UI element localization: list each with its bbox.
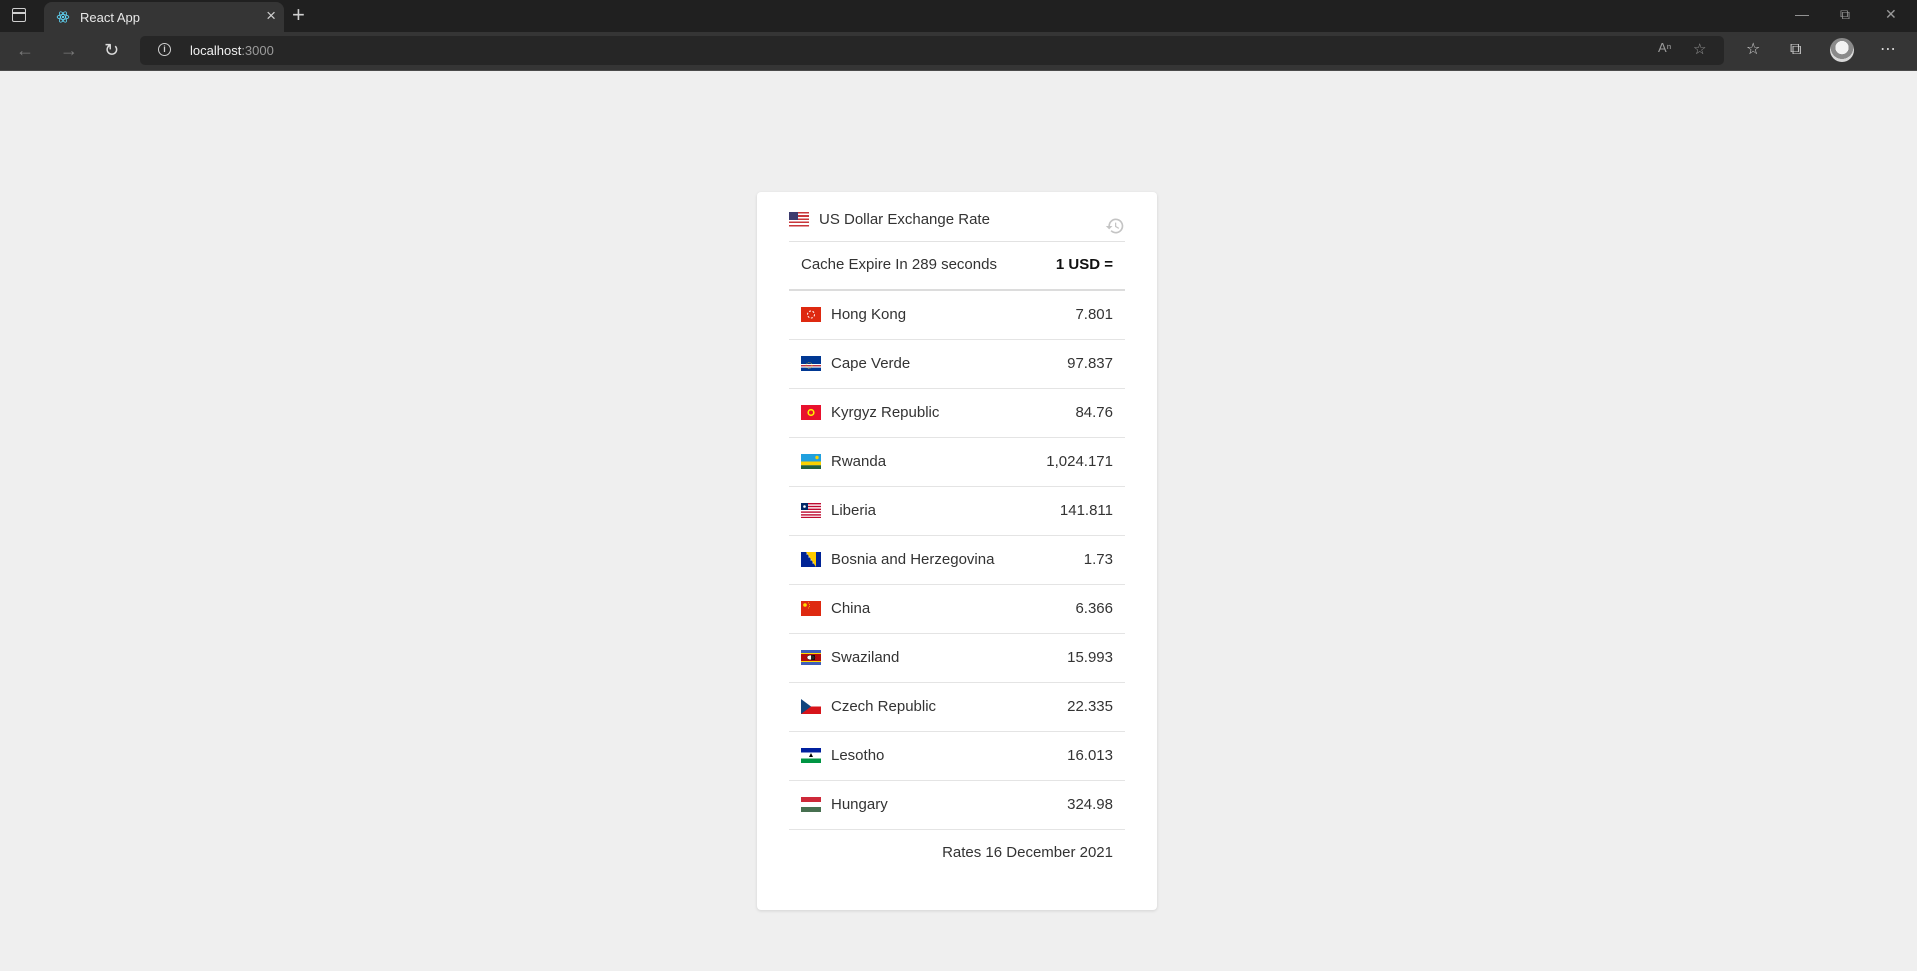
close-window-icon[interactable]: ✕ [1885, 6, 1897, 23]
list-item: Kyrgyz Republic 84.76 [789, 389, 1125, 438]
browser-toolbar: ← → ↻ i localhost:3000 Aⁿ ☆ ☆ ⧉ ⋯ [0, 32, 1917, 71]
list-item: Rwanda 1,024.171 [789, 438, 1125, 487]
rate-value: 15.993 [1067, 649, 1113, 666]
us-flag-icon [789, 212, 809, 227]
url-host: localhost [190, 43, 242, 58]
hong-kong-flag-icon [801, 307, 821, 322]
hungary-flag-icon [801, 797, 821, 812]
card-title: US Dollar Exchange Rate [819, 211, 990, 228]
kyrgyz-flag-icon [801, 405, 821, 420]
address-bar[interactable]: i localhost:3000 Aⁿ ☆ [140, 36, 1724, 65]
read-aloud-icon[interactable]: Aⁿ [1658, 40, 1671, 55]
subheader: Cache Expire In 289 seconds 1 USD = [789, 241, 1125, 291]
rates-list: Hong Kong 7.801 Cape Verde 97.837 Kyrgyz… [789, 291, 1125, 830]
country-name: Kyrgyz Republic [831, 404, 940, 421]
browser-titlebar: React App × + — ⧉ ✕ [0, 0, 1917, 32]
rate-value: 84.76 [1075, 404, 1113, 421]
bosnia-flag-icon [801, 552, 821, 567]
back-icon[interactable]: ← [16, 39, 34, 61]
cache-expire-text: Cache Expire In 289 seconds [801, 256, 997, 273]
rate-value: 97.837 [1067, 355, 1113, 372]
react-icon [56, 11, 70, 23]
browser-tab[interactable]: React App × [44, 2, 284, 32]
list-item: Czech Republic 22.335 [789, 683, 1125, 732]
card-header: US Dollar Exchange Rate [789, 210, 1125, 242]
tab-title: React App [80, 10, 140, 25]
rates-date: Rates 16 December 2021 [942, 844, 1113, 861]
new-tab-button[interactable]: + [292, 4, 305, 26]
list-item: Lesotho 16.013 [789, 732, 1125, 781]
swaziland-flag-icon [801, 650, 821, 665]
history-icon[interactable] [1105, 216, 1125, 236]
refresh-icon[interactable]: ↻ [104, 39, 119, 61]
country-name: Bosnia and Herzegovina [831, 551, 995, 568]
country-name: Rwanda [831, 453, 887, 470]
country-name: Czech Republic [831, 698, 937, 715]
rwanda-flag-icon [801, 454, 821, 469]
country-name: Lesotho [831, 747, 885, 764]
minimize-icon[interactable]: — [1795, 6, 1809, 22]
rate-value: 6.366 [1075, 600, 1113, 617]
more-options-icon[interactable]: ⋯ [1880, 40, 1896, 60]
list-item: Liberia 141.811 [789, 487, 1125, 536]
lesotho-flag-icon [801, 748, 821, 763]
list-item: Hong Kong 7.801 [789, 291, 1125, 340]
url-text[interactable]: localhost:3000 [190, 43, 274, 58]
czech-flag-icon [801, 699, 821, 714]
list-item: Bosnia and Herzegovina 1.73 [789, 536, 1125, 585]
cape-verde-flag-icon [801, 356, 821, 371]
liberia-flag-icon [801, 503, 821, 518]
sidebar-toggle-icon[interactable] [12, 8, 26, 22]
rate-value: 16.013 [1067, 747, 1113, 764]
url-port: :3000 [241, 43, 274, 58]
collections-icon[interactable]: ⧉ [1790, 40, 1801, 60]
country-name: Hong Kong [831, 306, 907, 323]
rate-value: 141.811 [1059, 502, 1113, 519]
country-name: Swaziland [831, 649, 900, 666]
rate-value: 7.801 [1075, 306, 1113, 323]
china-flag-icon [801, 601, 821, 616]
list-item: Swaziland 15.993 [789, 634, 1125, 683]
rate-value: 1,024.171 [1046, 453, 1113, 470]
country-name: China [831, 600, 871, 617]
rate-value: 324.98 [1067, 796, 1113, 813]
exchange-rate-card: US Dollar Exchange Rate Cache Expire In … [757, 192, 1157, 910]
base-unit-label: 1 USD = [1055, 256, 1113, 273]
country-name: Hungary [831, 796, 888, 813]
favorites-icon[interactable]: ☆ [1746, 40, 1760, 60]
rate-value: 22.335 [1067, 698, 1113, 715]
forward-icon[interactable]: → [60, 39, 78, 61]
country-name: Liberia [831, 502, 877, 519]
profile-avatar[interactable] [1830, 38, 1854, 62]
info-icon[interactable]: i [158, 43, 171, 56]
list-item: Cape Verde 97.837 [789, 340, 1125, 389]
country-name: Cape Verde [831, 355, 911, 372]
tab-close-icon[interactable]: × [266, 7, 276, 25]
list-item: Hungary 324.98 [789, 781, 1125, 830]
restore-icon[interactable]: ⧉ [1840, 6, 1850, 23]
list-item: China 6.366 [789, 585, 1125, 634]
rate-value: 1.73 [1083, 551, 1113, 568]
add-favorite-icon[interactable]: ☆ [1693, 40, 1706, 58]
